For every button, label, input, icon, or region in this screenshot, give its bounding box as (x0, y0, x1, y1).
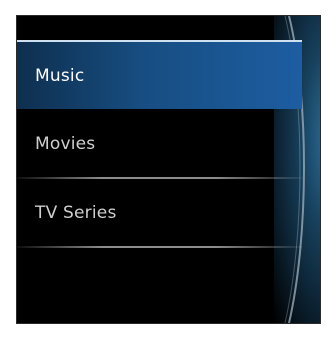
menu-item-music[interactable]: Music (17, 40, 302, 109)
menu-item-tv-series[interactable]: TV Series (17, 178, 302, 248)
main-menu: Music Movies TV Series (17, 40, 302, 248)
media-menu-window: Music Movies TV Series (16, 15, 321, 324)
menu-item-label: Movies (35, 133, 96, 154)
menu-divider (17, 246, 302, 248)
menu-item-label: TV Series (35, 202, 117, 223)
menu-item-movies[interactable]: Movies (17, 109, 302, 179)
menu-item-label: Music (35, 65, 85, 86)
